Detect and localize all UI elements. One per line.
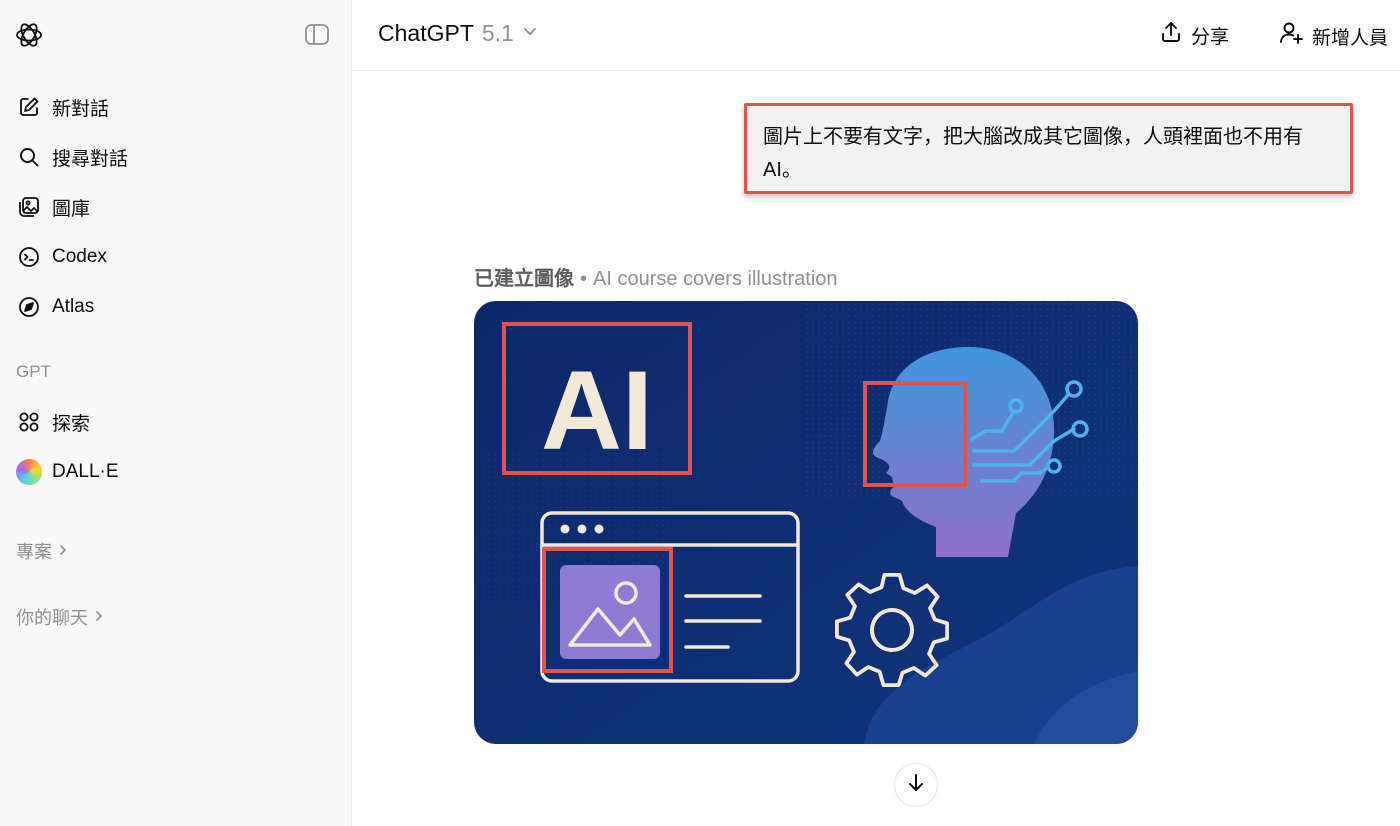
sidebar-item-label: DALL·E — [52, 461, 119, 482]
chevron-right-icon — [58, 541, 68, 562]
model-name: ChatGPT — [378, 20, 474, 46]
arrow-down-icon — [905, 772, 927, 799]
model-version: 5.1 — [481, 20, 514, 46]
image-created-label: 已建立圖像 • AI course covers illustration — [474, 262, 838, 291]
sidebar-item-search[interactable]: 搜尋對話 — [0, 132, 351, 182]
model-selector[interactable]: ChatGPT 5.1 — [378, 20, 538, 47]
search-icon — [16, 144, 42, 170]
codex-icon — [16, 244, 42, 270]
sidebar-item-atlas[interactable]: Atlas — [0, 282, 351, 332]
grid-icon — [16, 409, 42, 435]
sidebar-item-label: 新對話 — [52, 98, 110, 120]
sidebar-item-codex[interactable]: Codex — [0, 232, 351, 282]
gallery-icon — [16, 194, 42, 220]
projects-label: 專案 — [16, 542, 52, 562]
gpt-nav: 探索 DALL·E — [0, 397, 351, 497]
sidebar-item-label: Atlas — [52, 296, 95, 317]
sidebar-item-new-chat[interactable]: 新對話 — [0, 82, 351, 132]
sidebar-item-label: 探索 — [52, 413, 91, 435]
edit-icon — [16, 94, 42, 120]
sidebar-toggle-icon[interactable] — [303, 22, 331, 48]
sidebar-item-label: 圖庫 — [52, 198, 91, 220]
user-message-text: 圖片上不要有文字，把大腦改成其它圖像，人頭裡面也不用有AI。 — [763, 126, 1303, 181]
sidebar-item-label: 搜尋對話 — [52, 148, 129, 170]
add-people-button[interactable]: 新增人員 — [1278, 20, 1388, 52]
chevron-right-icon — [94, 607, 104, 628]
your-chats-label: 你的聊天 — [16, 608, 88, 628]
top-header: ChatGPT 5.1 分享 新增人員 — [353, 0, 1400, 71]
chevron-down-icon — [522, 25, 538, 43]
image-title: AI course covers illustration — [593, 268, 838, 290]
sidebar-item-dalle[interactable]: DALL·E — [0, 447, 351, 497]
share-icon — [1159, 20, 1183, 50]
sidebar: 新對話 搜尋對話 圖庫 Codex Atlas GPT 探索 DALL·E 專案… — [0, 0, 352, 826]
projects-link[interactable]: 專案 — [16, 538, 68, 564]
dalle-avatar-wrapper — [16, 459, 42, 485]
your-chats-link[interactable]: 你的聊天 — [16, 604, 104, 630]
generated-image[interactable]: AI — [474, 301, 1138, 744]
sidebar-item-label: Codex — [52, 246, 107, 267]
openai-logo-icon[interactable] — [14, 20, 44, 50]
created-status: 已建立圖像 — [474, 268, 574, 290]
download-button[interactable] — [894, 763, 938, 807]
add-user-icon — [1278, 20, 1304, 52]
sidebar-item-explore[interactable]: 探索 — [0, 397, 351, 447]
share-button[interactable]: 分享 — [1159, 20, 1229, 50]
compass-icon — [16, 294, 42, 320]
share-label: 分享 — [1191, 26, 1230, 48]
add-people-label: 新增人員 — [1312, 27, 1389, 49]
user-message-bubble: 圖片上不要有文字，把大腦改成其它圖像，人頭裡面也不用有AI。 — [744, 103, 1353, 194]
gpt-section-title: GPT — [16, 362, 51, 381]
sidebar-nav: 新對話 搜尋對話 圖庫 Codex Atlas — [0, 82, 351, 332]
image-ai-text: AI — [541, 348, 653, 473]
sidebar-item-gallery[interactable]: 圖庫 — [0, 182, 351, 232]
dalle-avatar — [16, 459, 42, 485]
separator: • — [580, 268, 588, 290]
